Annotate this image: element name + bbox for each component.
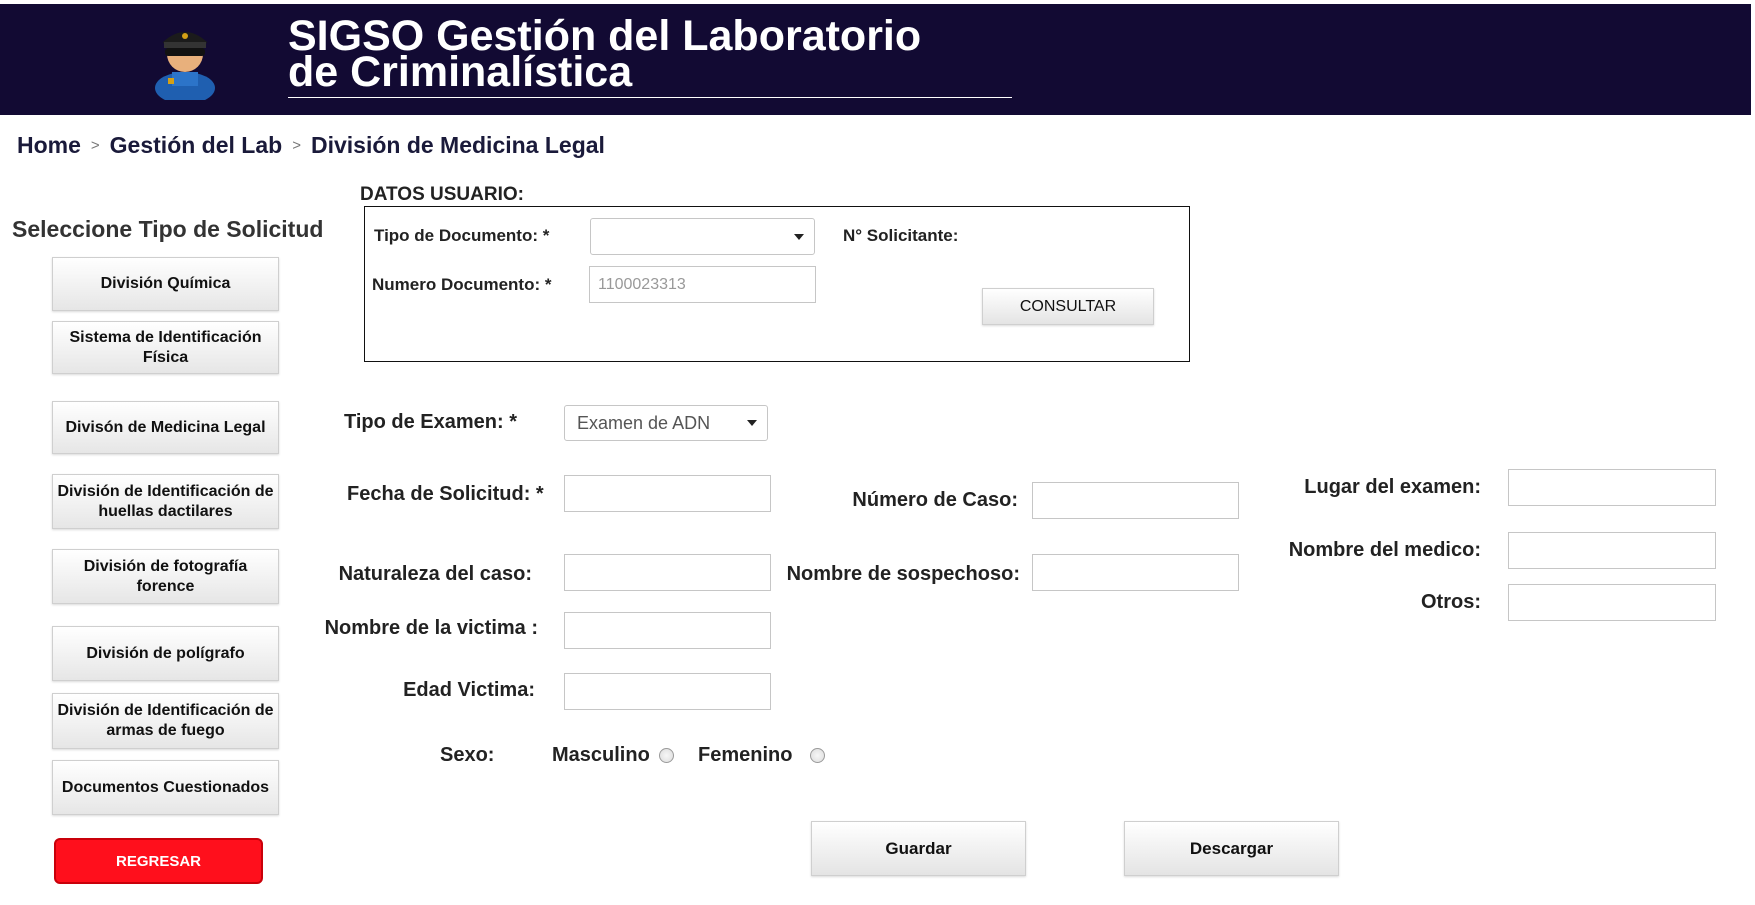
tipo-examen-value: Examen de ADN	[577, 412, 711, 433]
solicitante-label: N° Solicitante:	[843, 226, 959, 245]
division-huellas-dactilares-button[interactable]: División de Identificación de huellas da…	[52, 474, 279, 529]
edad-victima-label: Edad Victima:	[403, 679, 535, 701]
numero-documento-input[interactable]: 1100023313	[589, 266, 816, 303]
numero-caso-input[interactable]	[1032, 482, 1239, 519]
sexo-label: Sexo:	[440, 744, 495, 766]
breadcrumb-separator: >	[90, 137, 100, 154]
breadcrumb-home[interactable]: Home	[17, 132, 81, 159]
tipo-examen-select[interactable]: Examen de ADN	[564, 405, 768, 441]
breadcrumb: Home > Gestión del Lab > División de Med…	[17, 132, 605, 159]
naturaleza-caso-label: Naturaleza del caso:	[338, 563, 532, 585]
police-officer-icon	[155, 32, 215, 100]
breadcrumb-gestion-lab[interactable]: Gestión del Lab	[110, 132, 283, 159]
nombre-medico-input[interactable]	[1508, 532, 1716, 569]
fecha-solicitud-input[interactable]	[564, 475, 771, 512]
sistema-identificacion-fisica-button[interactable]: Sistema de Identificación Física	[52, 321, 279, 374]
masculino-label: Masculino	[552, 744, 650, 766]
nombre-victima-input[interactable]	[564, 612, 771, 649]
tipo-examen-label: Tipo de Examen: *	[344, 411, 518, 433]
app-title: SIGSO Gestión del Laboratorio de Crimina…	[288, 15, 921, 94]
femenino-radio[interactable]	[810, 748, 825, 763]
femenino-label: Femenino	[698, 744, 793, 766]
app-header: SIGSO Gestión del Laboratorio de Crimina…	[0, 4, 1751, 115]
edad-victima-input[interactable]	[564, 673, 771, 710]
datos-usuario-title: DATOS USUARIO:	[360, 184, 524, 205]
division-poligrafo-button[interactable]: División de polígrafo	[52, 626, 279, 681]
tipo-documento-select[interactable]	[590, 218, 815, 255]
descargar-button[interactable]: Descargar	[1124, 821, 1339, 876]
division-quimica-button[interactable]: División Química	[52, 257, 279, 311]
numero-documento-label: Numero Documento: *	[372, 275, 552, 294]
regresar-button[interactable]: REGRESAR	[54, 838, 263, 884]
division-fotografia-forence-button[interactable]: División de fotografía forence	[52, 549, 279, 604]
documentos-cuestionados-button[interactable]: Documentos Cuestionados	[52, 760, 279, 815]
masculino-radio[interactable]	[659, 748, 674, 763]
nombre-medico-label: Nombre del medico:	[1288, 539, 1481, 561]
consultar-button[interactable]: CONSULTAR	[982, 288, 1154, 325]
nombre-sospechoso-input[interactable]	[1032, 554, 1239, 591]
nombre-sospechoso-label: Nombre de sospechoso:	[786, 563, 1020, 585]
fecha-solicitud-label: Fecha de Solicitud: *	[347, 483, 544, 505]
chevron-down-icon	[794, 233, 804, 240]
sidebar-title: Seleccione Tipo de Solicitud	[12, 216, 324, 242]
numero-caso-label: Número de Caso:	[852, 489, 1018, 511]
chevron-down-icon	[747, 420, 757, 426]
guardar-button[interactable]: Guardar	[811, 821, 1026, 876]
division-medicina-legal-button[interactable]: Divisón de Medicina Legal	[52, 401, 279, 454]
lugar-examen-input[interactable]	[1508, 469, 1716, 506]
breadcrumb-current: División de Medicina Legal	[310, 132, 605, 158]
lugar-examen-label: Lugar del examen:	[1304, 476, 1481, 498]
division-armas-fuego-button[interactable]: División de Identificación de armas de f…	[52, 693, 279, 749]
breadcrumb-separator: >	[292, 137, 301, 154]
otros-label: Otros:	[1421, 591, 1481, 613]
numero-documento-placeholder: 1100023313	[598, 275, 686, 293]
tipo-documento-label: Tipo de Documento: *	[374, 226, 550, 245]
nombre-victima-label: Nombre de la victima :	[324, 617, 538, 639]
otros-input[interactable]	[1508, 584, 1716, 621]
title-underline	[288, 97, 1012, 98]
naturaleza-caso-input[interactable]	[564, 554, 771, 591]
